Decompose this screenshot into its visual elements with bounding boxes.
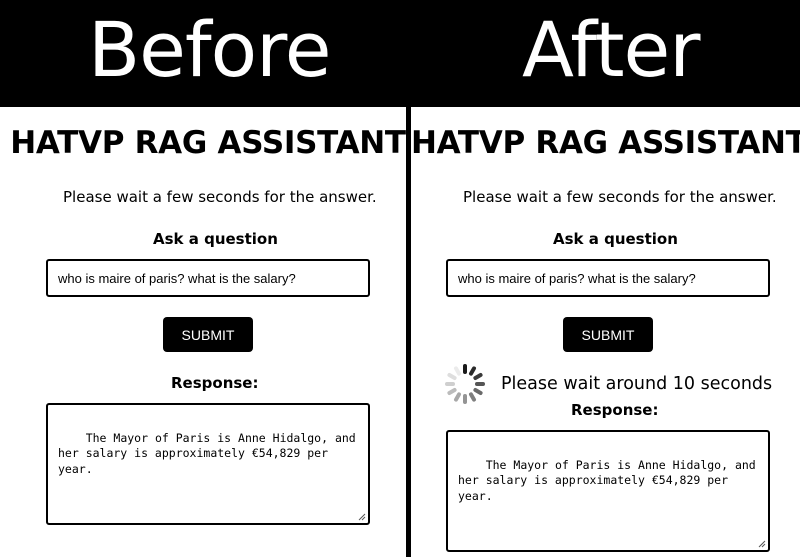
resize-grip-icon[interactable] [357, 512, 366, 521]
question-label: Ask a question [153, 230, 278, 248]
page-subtitle: Please wait a few seconds for the answer… [63, 188, 377, 206]
response-textarea[interactable]: The Mayor of Paris is Anne Hidalgo, and … [46, 403, 370, 525]
page-title: HATVP RAG ASSISTANT [411, 125, 800, 161]
response-text: The Mayor of Paris is Anne Hidalgo, and … [58, 430, 356, 476]
resize-grip-icon[interactable] [757, 539, 766, 548]
loading-text: Please wait around 10 seconds [501, 374, 773, 394]
question-input[interactable]: who is maire of paris? what is the salar… [46, 259, 370, 297]
page-subtitle: Please wait a few seconds for the answer… [463, 188, 777, 206]
loading-indicator: Please wait around 10 seconds [443, 364, 772, 404]
question-input[interactable]: who is maire of paris? what is the salar… [446, 259, 770, 297]
before-caption: Before [88, 5, 331, 94]
comparison-header: Before After [0, 0, 800, 107]
before-panel: HATVP RAG ASSISTANT Please wait a few se… [0, 107, 406, 557]
submit-button[interactable]: SUBMIT [163, 317, 253, 352]
response-textarea[interactable]: The Mayor of Paris is Anne Hidalgo, and … [446, 430, 770, 552]
page-title: HATVP RAG ASSISTANT [10, 125, 406, 161]
response-label: Response: [171, 374, 259, 392]
question-label: Ask a question [553, 230, 678, 248]
response-label: Response: [571, 401, 659, 419]
after-panel: HATVP RAG ASSISTANT Please wait a few se… [411, 107, 800, 557]
after-caption: After [522, 5, 701, 94]
spinner-icon [445, 364, 485, 404]
response-text: The Mayor of Paris is Anne Hidalgo, and … [458, 457, 756, 503]
submit-button[interactable]: SUBMIT [563, 317, 653, 352]
